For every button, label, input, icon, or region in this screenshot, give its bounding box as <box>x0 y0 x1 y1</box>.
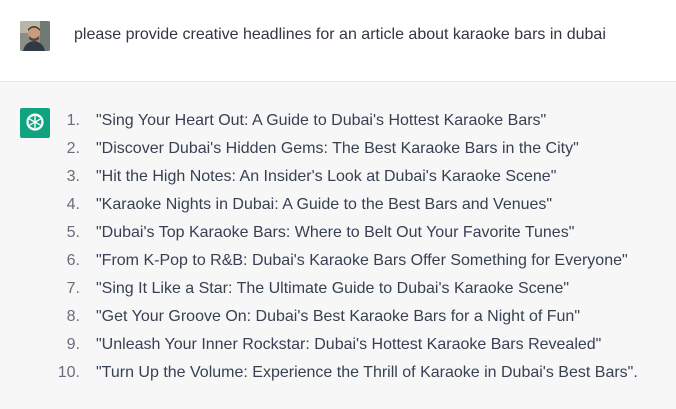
list-item-number: 6. <box>66 252 80 269</box>
list-item-number: 9. <box>66 336 80 353</box>
list-item-text: "Turn Up the Volume: Experience the Thri… <box>96 364 638 381</box>
list-item-text: "Karaoke Nights in Dubai: A Guide to the… <box>96 196 553 213</box>
list-item-text: "Get Your Groove On: Dubai's Best Karaok… <box>96 308 580 325</box>
list-item-text: "Unleash Your Inner Rockstar: Dubai's Ho… <box>96 336 602 353</box>
user-prompt-text: please provide creative headlines for an… <box>74 26 606 43</box>
list-item-number: 3. <box>66 168 80 185</box>
list-item-text: "Sing It Like a Star: The Ultimate Guide… <box>96 280 570 297</box>
list-item-number: 4. <box>66 196 80 213</box>
list-item-number: 2. <box>66 140 80 157</box>
assistant-message-row: 1. "Sing Your Heart Out: A Guide to Duba… <box>0 82 676 409</box>
user-avatar <box>20 21 50 51</box>
list-item-text: "Sing Your Heart Out: A Guide to Dubai's… <box>96 112 547 129</box>
list-item-text: "Discover Dubai's Hidden Gems: The Best … <box>96 140 579 157</box>
list-item-number: 7. <box>66 280 80 297</box>
user-photo-icon <box>20 21 50 51</box>
list-item-number: 1. <box>66 112 80 129</box>
list-item-number: 10. <box>57 364 80 381</box>
list-item-text: "From K-Pop to R&B: Dubai's Karaoke Bars… <box>96 252 628 269</box>
user-message-row: please provide creative headlines for an… <box>0 0 676 82</box>
chat-conversation: please provide creative headlines for an… <box>0 0 676 409</box>
list-item-number: 5. <box>66 224 80 241</box>
list-item-text: "Hit the High Notes: An Insider's Look a… <box>96 168 557 185</box>
list-item-number: 8. <box>66 308 80 325</box>
list-item-text: "Dubai's Top Karaoke Bars: Where to Belt… <box>96 224 575 241</box>
